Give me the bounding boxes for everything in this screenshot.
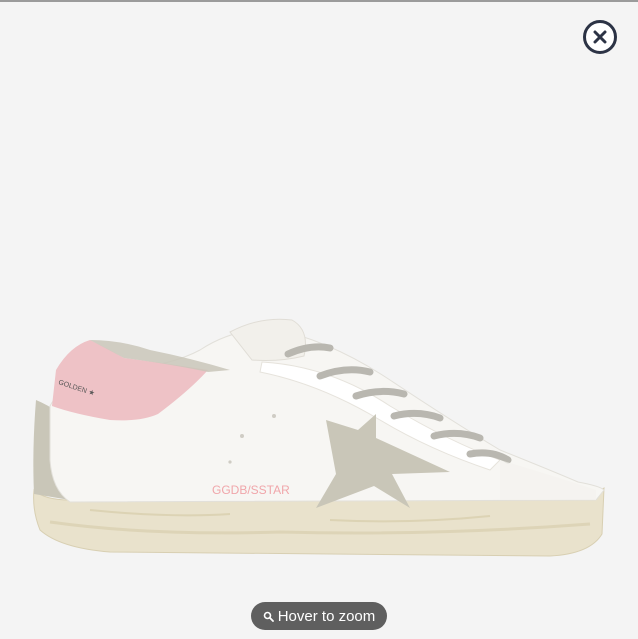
- close-button[interactable]: [583, 20, 617, 54]
- product-image[interactable]: GOLDEN ★ GGDB/SSTAR: [30, 310, 610, 570]
- image-viewer: GOLDEN ★ GGDB/SSTAR Hover to zoom: [0, 2, 638, 639]
- close-icon: [593, 30, 607, 44]
- zoom-hint-label: Hover to zoom: [277, 607, 376, 625]
- hover-to-zoom-hint: Hover to zoom: [251, 602, 387, 630]
- side-print-text: GGDB/SSTAR: [212, 483, 290, 497]
- magnifier-icon: [263, 611, 274, 622]
